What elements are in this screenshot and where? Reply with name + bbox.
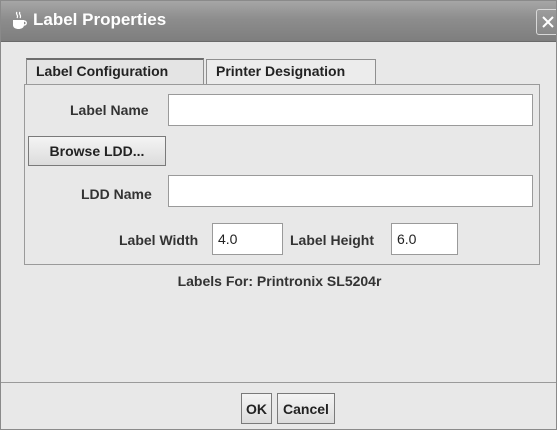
- ok-button[interactable]: OK: [241, 393, 272, 424]
- label-width-label: Label Width: [119, 232, 199, 248]
- label-properties-dialog: Label Properties Label Configuration Pri…: [0, 0, 557, 430]
- ldd-name-field[interactable]: [168, 175, 533, 207]
- labels-for-text: Labels For: Printronix SL5204r: [177, 273, 382, 289]
- browse-ldd-button[interactable]: Browse LDD...: [28, 136, 166, 166]
- coffee-cup-icon: [10, 11, 28, 31]
- label-name-label: Label Name: [70, 102, 149, 118]
- close-icon: [542, 16, 554, 28]
- title-bar[interactable]: Label Properties: [1, 1, 556, 42]
- label-height-label: Label Height: [290, 232, 375, 248]
- ldd-name-label: LDD Name: [81, 186, 152, 202]
- label-width-field[interactable]: [212, 223, 283, 255]
- window-title: Label Properties: [33, 10, 167, 29]
- button-bar: OK Cancel: [1, 382, 556, 429]
- label-configuration-panel: Label Name Browse LDD... LDD Name Label …: [24, 84, 540, 265]
- cancel-button[interactable]: Cancel: [277, 393, 335, 424]
- label-height-field[interactable]: [391, 223, 458, 255]
- label-name-field[interactable]: [168, 94, 533, 126]
- tab-label-configuration[interactable]: Label Configuration: [26, 58, 204, 84]
- close-button[interactable]: [536, 9, 556, 35]
- tab-printer-designation[interactable]: Printer Designation: [206, 59, 376, 85]
